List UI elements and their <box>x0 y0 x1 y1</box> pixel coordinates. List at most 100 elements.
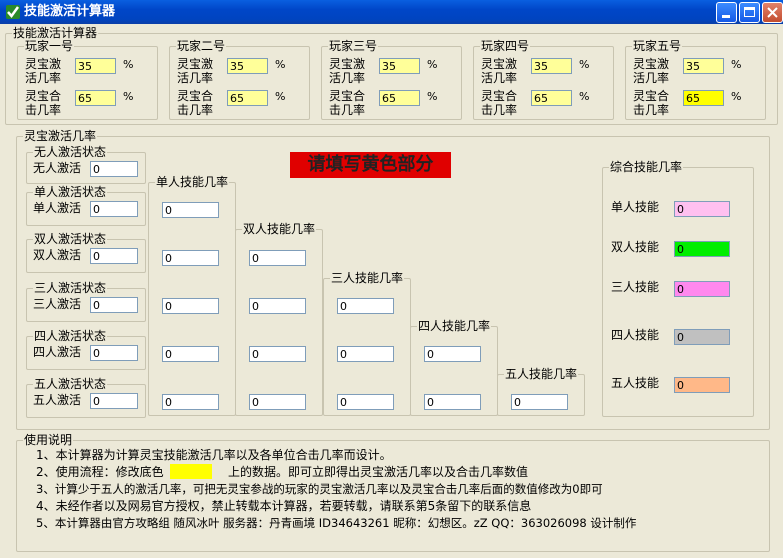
state-label: 单人激活 <box>33 201 82 215</box>
state-value-input[interactable] <box>90 201 138 217</box>
player-name: 玩家四号 <box>481 39 530 53</box>
close-icon <box>767 7 778 18</box>
rate-label: 灵宝激 活几率 <box>481 57 518 85</box>
activation-rate-input[interactable] <box>227 58 268 74</box>
state-group-title: 单人激活状态 <box>34 185 107 199</box>
maximize-icon <box>744 7 755 17</box>
skill-rate-input[interactable] <box>424 394 481 410</box>
combo-rate-input[interactable] <box>683 90 724 106</box>
skill-rate-input[interactable] <box>249 394 306 410</box>
combo-rate-input[interactable] <box>531 90 572 106</box>
state-label: 五人激活 <box>33 393 82 407</box>
state-group-title: 四人激活状态 <box>34 329 107 343</box>
summary-label: 五人技能 <box>611 376 660 390</box>
crit-label: 灵宝合 击几率 <box>177 89 214 117</box>
skill-rate-input[interactable] <box>337 394 394 410</box>
skill-rate-input[interactable] <box>337 298 394 314</box>
skill-column-title: 单人技能几率 <box>156 175 229 189</box>
checkmark-icon <box>6 5 20 19</box>
summary-label: 三人技能 <box>611 280 660 294</box>
summary-value-input[interactable] <box>674 241 730 257</box>
notice-banner: 请填写黄色部分 <box>290 152 451 178</box>
state-group-title: 五人激活状态 <box>34 377 107 391</box>
usage-line-4: 4、未经作者以及网易官方授权，禁止转载本计算器，若要转载，请联系第5条留下的联系… <box>36 499 532 513</box>
state-value-input[interactable] <box>90 161 138 177</box>
percent-label: % <box>123 90 134 103</box>
state-label: 四人激活 <box>33 345 82 359</box>
rate-label: 灵宝激 活几率 <box>633 57 670 85</box>
rate-label: 灵宝激 活几率 <box>25 57 62 85</box>
skill-rate-input[interactable] <box>162 346 219 362</box>
percent-label: % <box>275 58 286 71</box>
usage-line-2a: 2、使用流程：修改底色 <box>36 465 164 479</box>
state-value-input[interactable] <box>90 297 138 313</box>
summary-label: 单人技能 <box>611 200 660 214</box>
crit-label: 灵宝合 击几率 <box>25 89 62 117</box>
window-title: 技能激活计算器 <box>24 4 116 19</box>
close-button[interactable] <box>762 2 783 23</box>
summary-value-input[interactable] <box>674 329 730 345</box>
player-name: 玩家二号 <box>177 39 226 53</box>
yellow-color-swatch <box>170 464 212 479</box>
skill-rate-input[interactable] <box>337 346 394 362</box>
skill-column-title: 五人技能几率 <box>505 367 578 381</box>
activation-rate-input[interactable] <box>531 58 572 74</box>
summary-value-input[interactable] <box>674 281 730 297</box>
usage-line-2b: 上的数据。即可立即得出灵宝激活几率以及合击几率数值 <box>228 465 529 479</box>
skill-rate-input[interactable] <box>511 394 568 410</box>
percent-label: % <box>731 58 742 71</box>
combo-rate-input[interactable] <box>75 90 116 106</box>
summary-label: 四人技能 <box>611 328 660 342</box>
state-value-input[interactable] <box>90 248 138 264</box>
summary-group-title: 综合技能几率 <box>610 160 683 174</box>
skill-rate-input[interactable] <box>162 394 219 410</box>
skill-column-title: 双人技能几率 <box>243 222 316 236</box>
maximize-button[interactable] <box>739 2 760 23</box>
combo-rate-input[interactable] <box>227 90 268 106</box>
player-name: 玩家一号 <box>25 39 74 53</box>
summary-value-input[interactable] <box>674 377 730 393</box>
percent-label: % <box>731 90 742 103</box>
percent-label: % <box>427 58 438 71</box>
summary-label: 双人技能 <box>611 240 660 254</box>
crit-label: 灵宝合 击几率 <box>329 89 366 117</box>
state-label: 双人激活 <box>33 248 82 262</box>
rate-label: 灵宝激 活几率 <box>177 57 214 85</box>
skill-rate-input[interactable] <box>249 298 306 314</box>
skill-rate-input[interactable] <box>162 202 219 218</box>
state-group-title: 三人激活状态 <box>34 281 107 295</box>
skill-rate-input[interactable] <box>162 250 219 266</box>
combo-rate-input[interactable] <box>379 90 420 106</box>
minimize-button[interactable] <box>716 2 737 23</box>
crit-label: 灵宝合 击几率 <box>481 89 518 117</box>
rate-label: 灵宝激 活几率 <box>329 57 366 85</box>
skill-column-title: 四人技能几率 <box>418 319 491 333</box>
skill-column-title: 三人技能几率 <box>331 271 404 285</box>
usage-line-1: 1、本计算器为计算灵宝技能激活几率以及各单位合击几率而设计。 <box>36 448 392 462</box>
activation-rate-input[interactable] <box>379 58 420 74</box>
title-bar[interactable]: 技能激活计算器 <box>0 0 783 24</box>
skill-rate-input[interactable] <box>249 346 306 362</box>
activation-rate-input[interactable] <box>75 58 116 74</box>
skill-rate-input[interactable] <box>249 250 306 266</box>
usage-line-3: 3、计算少于五人的激活几率，可把无灵宝参战的玩家的灵宝激活几率以及灵宝合击几率后… <box>36 482 603 496</box>
activation-group-title: 灵宝激活几率 <box>24 129 97 143</box>
state-group-title: 无人激活状态 <box>34 145 107 159</box>
crit-label: 灵宝合 击几率 <box>633 89 670 117</box>
minimize-icon <box>722 15 730 18</box>
player-name: 玩家三号 <box>329 39 378 53</box>
percent-label: % <box>579 90 590 103</box>
activation-rate-input[interactable] <box>683 58 724 74</box>
percent-label: % <box>427 90 438 103</box>
percent-label: % <box>579 58 590 71</box>
state-value-input[interactable] <box>90 345 138 361</box>
skill-rate-input[interactable] <box>162 298 219 314</box>
state-group-title: 双人激活状态 <box>34 232 107 246</box>
skill-rate-input[interactable] <box>424 346 481 362</box>
state-label: 无人激活 <box>33 161 82 175</box>
percent-label: % <box>275 90 286 103</box>
percent-label: % <box>123 58 134 71</box>
summary-value-input[interactable] <box>674 201 730 217</box>
state-value-input[interactable] <box>90 393 138 409</box>
player-name: 玩家五号 <box>633 39 682 53</box>
